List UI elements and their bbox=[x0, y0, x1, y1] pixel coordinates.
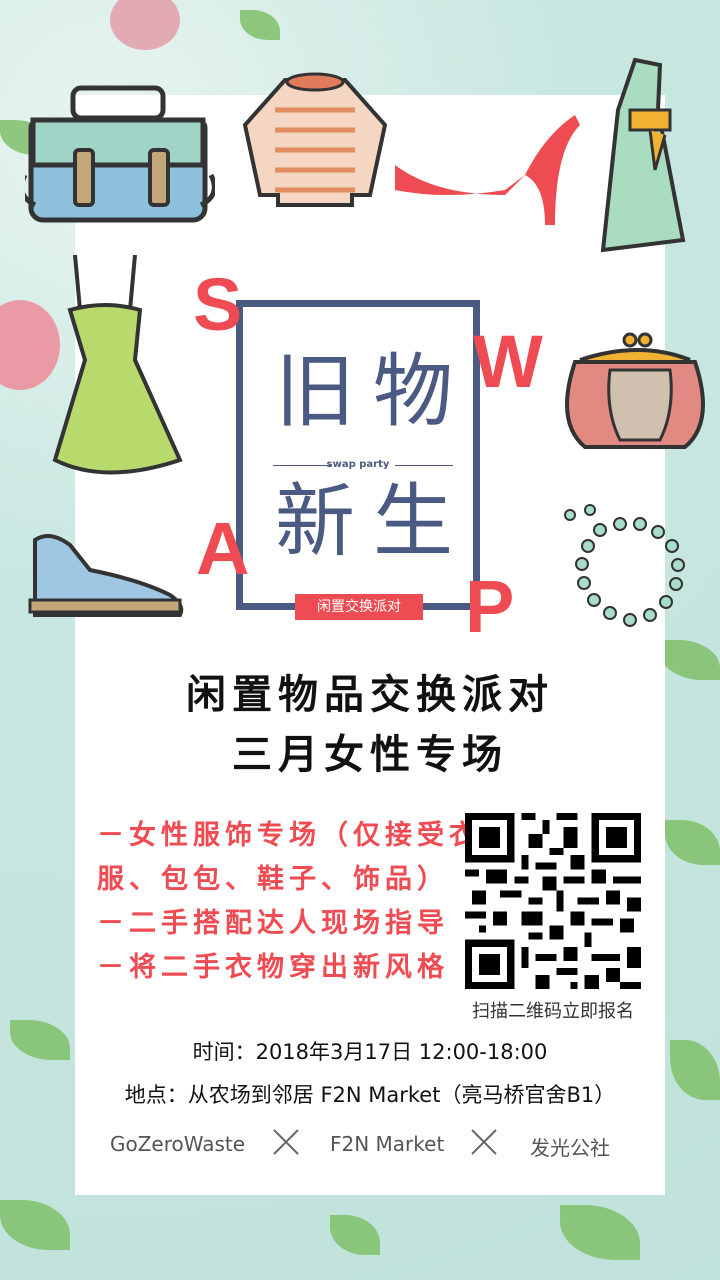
sponsor-gozerowaste: GoZeroWaste bbox=[110, 1132, 246, 1156]
swap-letter-s: S bbox=[193, 263, 243, 346]
qr-code-icon[interactable] bbox=[465, 813, 641, 989]
title-frame: 旧 物 swap party 新 生 bbox=[236, 300, 480, 610]
headline-line-2: 三月女性专场 bbox=[232, 732, 508, 778]
title-char: 生 bbox=[373, 475, 453, 568]
high-heel-icon bbox=[395, 115, 580, 225]
sponsor-f2n-market: F2N Market bbox=[330, 1132, 445, 1156]
bullet-item: －女性服饰专场（仅接受衣 bbox=[97, 820, 481, 851]
sweater-icon bbox=[242, 72, 388, 207]
swap-letter-a: A bbox=[196, 507, 250, 590]
event-location: 地点：从农场到邻居 F2N Market（亮马桥官舍B1） bbox=[124, 1083, 616, 1107]
title-char: 旧 bbox=[275, 345, 355, 438]
title-char: 物 bbox=[373, 345, 453, 438]
green-dress-icon bbox=[52, 254, 183, 475]
headline-line-1: 闲置物品交换派对 bbox=[186, 672, 554, 718]
bullet-item: －二手搭配达人现场指导 bbox=[97, 908, 449, 939]
cross-icon bbox=[273, 1129, 299, 1155]
swap-letter-w: W bbox=[473, 320, 543, 403]
shoe-icon bbox=[28, 534, 184, 617]
swap-letter-p: P bbox=[465, 565, 515, 648]
qr-caption: 扫描二维码立即报名 bbox=[472, 1001, 634, 1022]
cross-icon bbox=[471, 1129, 497, 1155]
bullet-item: －将二手衣物穿出新风格 bbox=[97, 952, 449, 983]
bag-icon bbox=[25, 85, 215, 223]
event-tag: 闲置交换派对 bbox=[295, 594, 423, 620]
purse-icon bbox=[565, 332, 705, 449]
necklace-icon bbox=[564, 504, 685, 627]
sponsor-faguang-gongshe: 发光公社 bbox=[530, 1136, 610, 1160]
event-time: 时间：2018年3月17日 12:00-18:00 bbox=[192, 1040, 548, 1064]
title-char: 新 bbox=[275, 475, 355, 568]
long-dress-icon bbox=[600, 57, 686, 253]
bullet-item: 服、包包、鞋子、饰品） bbox=[97, 864, 449, 895]
divider bbox=[395, 465, 453, 466]
